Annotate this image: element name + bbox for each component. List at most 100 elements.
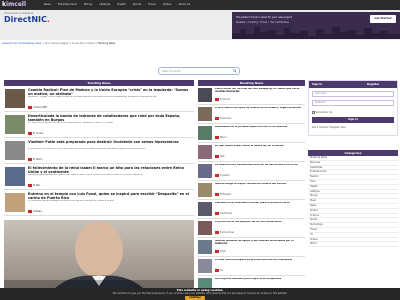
nav-menu: News Entertainment Money Lifestyle Healt… <box>44 2 190 8</box>
breaking-source: RTVE <box>215 250 226 253</box>
breaking-item[interactable]: Nuevas medidas de apoyo a las familias a… <box>198 238 305 257</box>
nav-item-about[interactable]: About Us <box>178 2 190 8</box>
site-logo[interactable]: kimcell <box>2 1 26 8</box>
sign-in-button[interactable]: Sign in <box>312 117 394 123</box>
trending-item[interactable]: Desarticulada la banda de ladrones de ca… <box>4 112 194 138</box>
article-thumbnail[interactable] <box>5 193 25 212</box>
cookie-message: We use them to give you the best experie… <box>112 292 288 295</box>
directnic-brand: DirectNIC. <box>4 15 62 25</box>
breaking-title[interactable]: Nuevas medidas de apoyo a las familias a… <box>215 240 304 246</box>
breaking-thumbnail[interactable] <box>198 107 212 121</box>
breaking-title[interactable]: El precio de la luz baja por tercer día … <box>215 221 304 224</box>
breaking-title[interactable]: Resultados de la jornada deportiva del f… <box>215 126 304 129</box>
breaking-source: Europa Press <box>215 231 234 234</box>
breaking-title[interactable]: Lo que debes saber sobre la nueva ley de… <box>215 145 304 148</box>
nav-item-money[interactable]: Money <box>84 2 93 8</box>
nav-item-news[interactable]: News <box>44 2 51 8</box>
breaking-thumbnail[interactable] <box>198 126 212 140</box>
tab-register[interactable]: Register <box>367 81 379 88</box>
register-link[interactable]: Not a member? Register here <box>312 126 346 129</box>
breaking-item[interactable]: El precio de la luz baja por tercer día … <box>198 219 305 238</box>
source-flag-icon <box>28 132 32 135</box>
trending-item[interactable]: Cambio Radical: Plan de Maduro y la Unió… <box>4 86 194 112</box>
breaking-title[interactable]: Madrid acoge el mayor festival de música… <box>215 183 304 186</box>
breaking-thumbnail[interactable] <box>198 221 212 235</box>
breaking-source: Expansión <box>215 117 231 120</box>
tab-sign-in[interactable]: Sign In <box>312 81 322 88</box>
source-name: El Diario <box>33 158 43 161</box>
remember-label: Remember me <box>315 111 333 114</box>
domain-ad[interactable]: The perfect domain name for your new pro… <box>232 12 400 39</box>
trending-item[interactable]: El fallecimiento de la reina Isabel II m… <box>4 164 194 190</box>
breaking-news-section: Breaking News Cómo evitar ser víctima de… <box>198 80 305 300</box>
breaking-title[interactable]: Los mejores destinos para viajar esta te… <box>215 278 304 281</box>
source-flag-icon <box>28 106 32 109</box>
nav-item-health[interactable]: Health <box>117 2 126 8</box>
breaking-thumbnail[interactable] <box>198 240 212 254</box>
article-thumbnail[interactable] <box>5 89 25 108</box>
nav-item-entertainment[interactable]: Entertainment <box>58 2 77 8</box>
article-source: El País <box>28 184 40 187</box>
breaking-thumbnail[interactable] <box>198 145 212 159</box>
article-source: El Correo <box>28 132 43 135</box>
username-field[interactable]: Username <box>312 91 394 97</box>
search-input[interactable]: Search name <box>158 67 240 75</box>
password-field[interactable]: Password <box>312 100 394 106</box>
source-name: El País <box>33 184 41 187</box>
breaking-item[interactable]: Lo que debes saber sobre la nueva ley de… <box>198 143 305 162</box>
search-icon[interactable] <box>233 69 237 73</box>
breaking-item[interactable]: Cambios en el calendario escolar para el… <box>198 200 305 219</box>
breaking-item[interactable]: Resultados de la jornada deportiva del f… <box>198 124 305 143</box>
source-name: ABC <box>220 155 225 158</box>
ad-subline: Website • Hosting • Email • SSL Certific… <box>236 21 289 24</box>
source-name: Expansión <box>220 117 232 120</box>
source-flag-icon <box>215 136 219 139</box>
source-flag-icon <box>28 158 32 161</box>
breaking-item[interactable]: La Guardia Civil desmantela una red de n… <box>198 162 305 181</box>
article-title[interactable]: Entrena en el templo con Luis Fonsi, qui… <box>28 192 192 200</box>
breaking-title[interactable]: La Guardia Civil desmantela una red de n… <box>215 164 304 167</box>
article-title[interactable]: El fallecimiento de la reina Isabel II m… <box>28 166 192 174</box>
article-summary: El cantante reveló detalles íntimos de s… <box>28 200 115 202</box>
article-title[interactable]: Vladimir Putin está preparado para destr… <box>28 140 192 144</box>
article-source: El Diario <box>28 158 43 161</box>
breadcrumb-link[interactable]: www.kimcell.com/breaking-news <box>2 42 41 45</box>
breaking-item[interactable]: El BCE subirá los tipos de interés en di… <box>198 105 305 124</box>
username-placeholder: Username <box>315 92 327 95</box>
article-thumbnail[interactable] <box>5 141 25 160</box>
ad-cta-button[interactable]: Get Started <box>370 15 396 23</box>
source-name: RTVE <box>220 250 226 253</box>
breaking-title[interactable]: El Real Madrid prepara su próximo partid… <box>215 259 304 262</box>
breaking-title[interactable]: Cambios en el calendario escolar para el… <box>215 202 304 205</box>
nav-item-videos[interactable]: Videos <box>163 2 172 8</box>
nav-item-travel[interactable]: Travel <box>148 2 156 8</box>
nav-item-sports[interactable]: Sports <box>133 2 141 8</box>
article-title[interactable]: Cambio Radical: Plan de Maduro y la Unió… <box>28 88 192 96</box>
breaking-source: ABC <box>215 155 225 158</box>
breaking-thumbnail[interactable] <box>198 183 212 197</box>
remember-checkbox[interactable] <box>312 111 315 114</box>
breaking-source: El Mundo <box>215 98 230 101</box>
directnic-logo[interactable]: This domain is hosted at DirectNIC. <box>4 12 62 36</box>
breaking-thumbnail[interactable] <box>198 202 212 216</box>
breaking-title[interactable]: El BCE subirá los tipos de interés en di… <box>215 107 304 110</box>
breaking-thumbnail[interactable] <box>198 164 212 178</box>
article-title[interactable]: Desarticulada la banda de ladrones de ca… <box>28 114 192 122</box>
breaking-item[interactable]: El Real Madrid prepara su próximo partid… <box>198 257 305 276</box>
category-item[interactable]: World <box>308 242 398 248</box>
cookie-accept-button[interactable]: Continue <box>185 295 205 300</box>
breaking-title[interactable]: Cómo evitar ser víctima del SIM swapping… <box>215 88 304 94</box>
remember-me[interactable]: Remember me <box>312 111 333 114</box>
article-thumbnail[interactable] <box>5 115 25 134</box>
breaking-thumbnail[interactable] <box>198 88 212 102</box>
breadcrumb-current: > Trending News <box>94 42 116 45</box>
city-skyline-graphic <box>232 27 400 39</box>
source-flag-icon <box>215 250 219 253</box>
article-thumbnail[interactable] <box>5 167 25 186</box>
trending-item[interactable]: Entrena en el templo con Luis Fonsi, qui… <box>4 190 194 216</box>
breaking-item[interactable]: Cómo evitar ser víctima del SIM swapping… <box>198 86 305 105</box>
breaking-item[interactable]: Madrid acoge el mayor festival de música… <box>198 181 305 200</box>
breaking-thumbnail[interactable] <box>198 259 212 273</box>
trending-item[interactable]: Vladimir Putin está preparado para destr… <box>4 138 194 164</box>
nav-item-lifestyle[interactable]: Lifestyle <box>99 2 110 8</box>
